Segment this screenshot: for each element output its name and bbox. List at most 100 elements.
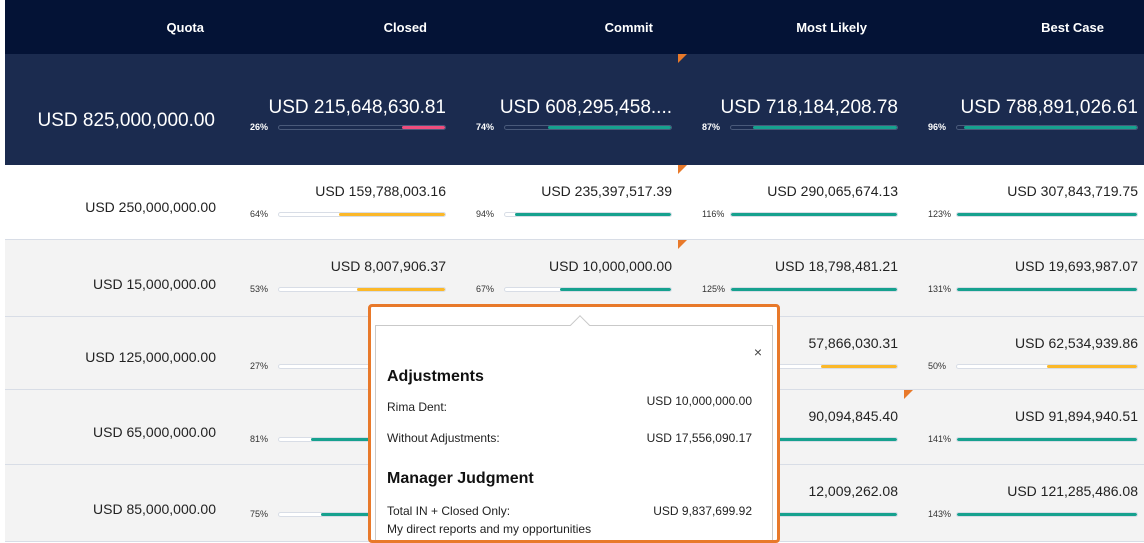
progress-fill xyxy=(357,287,445,291)
quota-amount: USD 825,000,000.00 xyxy=(37,110,215,131)
quota-amount: USD 15,000,000.00 xyxy=(93,276,216,292)
column-header-quota[interactable]: Quota xyxy=(5,20,226,35)
without-adjustments-row: Without Adjustments: USD 17,556,090.17 xyxy=(387,431,752,445)
progress-fill xyxy=(957,287,1137,291)
forecast-amount: USD 91,894,940.51 xyxy=(1015,408,1138,424)
progress-percent: 75% xyxy=(250,509,269,519)
progress-percent: 50% xyxy=(928,361,947,371)
without-adjustments-value: USD 17,556,090.17 xyxy=(646,431,752,445)
progress-track xyxy=(956,511,1138,517)
progress-track xyxy=(956,436,1138,442)
adjustments-title: Adjustments xyxy=(387,368,484,385)
quota-amount: USD 85,000,000.00 xyxy=(93,501,216,517)
most-likely-cell[interactable]: USD 290,065,674.13 116% xyxy=(678,165,904,239)
progress-percent: 125% xyxy=(702,284,726,294)
progress-percent: 64% xyxy=(250,209,269,219)
progress-percent: 74% xyxy=(476,122,495,132)
progress-track xyxy=(504,286,672,292)
column-header-closed[interactable]: Closed xyxy=(226,20,452,35)
progress-track xyxy=(730,211,898,217)
progress-track xyxy=(278,286,446,292)
progress-track xyxy=(956,124,1138,130)
quota-amount: USD 125,000,000.00 xyxy=(85,349,216,365)
progress-fill xyxy=(957,437,1137,441)
forecast-amount: 90,094,845.40 xyxy=(808,408,898,424)
without-adjustments-label: Without Adjustments: xyxy=(387,431,500,445)
total-in-row: Total IN + Closed Only: USD 9,837,699.92 xyxy=(387,504,752,518)
progress-track xyxy=(504,124,672,130)
best-case-cell[interactable]: USD 121,285,486.08 143% xyxy=(904,465,1144,541)
best-case-cell[interactable]: USD 62,534,939.86 50% xyxy=(904,317,1144,389)
total-row: USD 825,000,000.00 USD 215,648,630.81 26% U… xyxy=(5,54,1144,165)
forecast-amount: USD 8,007,906.37 xyxy=(330,258,446,274)
progress-percent: 81% xyxy=(250,434,269,444)
closed-cell[interactable]: USD 215,648,630.81 26% xyxy=(226,54,452,165)
forecast-amount: USD 10,000,000.00 xyxy=(549,258,672,274)
forecast-amount: USD 290,065,674.13 xyxy=(767,183,898,199)
quota-cell: USD 65,000,000.00 xyxy=(5,390,226,464)
progress-percent: 116% xyxy=(702,209,725,219)
progress-fill xyxy=(820,364,897,368)
progress-fill xyxy=(514,212,671,216)
forecast-amount: USD 18,798,481.21 xyxy=(775,258,898,274)
forecast-amount: USD 608,295,458.... xyxy=(499,97,672,118)
progress-bar: 141% xyxy=(928,434,1138,444)
column-header-best-case[interactable]: Best Case xyxy=(904,20,1144,35)
best-case-cell[interactable]: USD 307,843,719.75 123% xyxy=(904,165,1144,239)
progress-bar: 123% xyxy=(928,209,1138,219)
best-case-cell[interactable]: USD 91,894,940.51 141% xyxy=(904,390,1144,464)
progress-percent: 143% xyxy=(928,509,952,519)
progress-track xyxy=(504,211,672,217)
commit-cell[interactable]: USD 608,295,458.... 74% xyxy=(452,54,678,165)
most-likely-cell[interactable]: USD 718,184,208.78 87% xyxy=(678,54,904,165)
popover-caret xyxy=(570,315,590,335)
forecast-amount: USD 307,843,719.75 xyxy=(1007,183,1138,199)
best-case-cell[interactable]: USD 788,891,026.61 96% xyxy=(904,54,1144,165)
close-icon[interactable]: × xyxy=(754,344,762,360)
column-header-most-likely[interactable]: Most Likely xyxy=(678,20,904,35)
quota-cell: USD 125,000,000.00 xyxy=(5,317,226,389)
progress-fill xyxy=(1047,364,1137,368)
rima-adjustment-row: Rima Dent: USD 10,000,000.00 xyxy=(387,394,752,414)
popover-body: × Adjustments Rima Dent: USD 10,000,000.… xyxy=(375,315,773,540)
progress-bar: 64% xyxy=(250,209,446,219)
forecast-amount: USD 19,693,987.07 xyxy=(1015,258,1138,274)
progress-percent: 26% xyxy=(250,122,269,132)
quota-cell: USD 250,000,000.00 xyxy=(5,165,226,239)
progress-fill xyxy=(957,512,1137,516)
progress-percent: 67% xyxy=(476,284,495,294)
progress-percent: 94% xyxy=(476,209,495,219)
column-header-commit[interactable]: Commit xyxy=(452,20,678,35)
best-case-cell[interactable]: USD 19,693,987.07 131% xyxy=(904,240,1144,316)
progress-track xyxy=(956,363,1138,369)
progress-bar: 74% xyxy=(476,122,672,132)
scope-label: My direct reports and my opportunities xyxy=(387,522,592,536)
progress-fill xyxy=(957,212,1137,216)
progress-bar: 67% xyxy=(476,284,672,294)
progress-track xyxy=(956,211,1138,217)
forecast-amount: USD 235,397,517.39 xyxy=(541,183,672,199)
forecast-amount: USD 788,891,026.61 xyxy=(960,97,1138,118)
forecast-amount: USD 215,648,630.81 xyxy=(268,97,446,118)
rima-value: USD 10,000,000.00 xyxy=(646,394,752,408)
total-in-label: Total IN + Closed Only: xyxy=(387,504,511,518)
total-in-value: USD 9,837,699.92 xyxy=(653,504,752,518)
commit-cell[interactable]: USD 235,397,517.39 94% xyxy=(452,165,678,239)
quota-cell: USD 15,000,000.00 xyxy=(5,240,226,316)
forecast-amount: USD 62,534,939.86 xyxy=(1015,335,1138,351)
progress-track xyxy=(278,211,446,217)
quota-cell: USD 825,000,000.00 xyxy=(5,54,226,165)
forecast-amount: USD 121,285,486.08 xyxy=(1007,483,1138,499)
quota-cell: USD 85,000,000.00 xyxy=(5,465,226,541)
adjustment-flag-icon xyxy=(904,390,913,399)
progress-track xyxy=(956,286,1138,292)
progress-fill xyxy=(964,125,1137,129)
forecast-amount: USD 718,184,208.78 xyxy=(720,97,898,118)
manager-judgment-title: Manager Judgment xyxy=(387,470,534,487)
forecast-amount: 57,866,030.31 xyxy=(808,335,898,351)
closed-cell[interactable]: USD 159,788,003.16 64% xyxy=(226,165,452,239)
progress-bar: 131% xyxy=(928,284,1138,294)
adjustments-popover: × Adjustments Rima Dent: USD 10,000,000.… xyxy=(368,304,780,543)
progress-track xyxy=(730,286,898,292)
quota-amount: USD 65,000,000.00 xyxy=(93,424,216,440)
